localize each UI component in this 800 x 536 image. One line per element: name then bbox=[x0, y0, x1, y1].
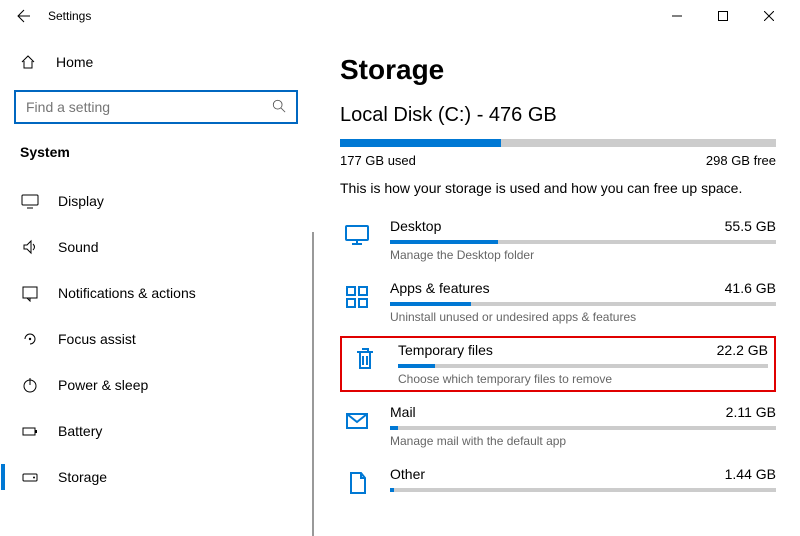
disk-title: Local Disk (C:) - 476 GB bbox=[340, 104, 776, 127]
sidebar-item-label: Battery bbox=[58, 423, 102, 439]
sidebar-item-label: Storage bbox=[58, 469, 107, 485]
other-icon bbox=[340, 466, 374, 500]
category-name: Desktop bbox=[390, 218, 441, 234]
mail-icon bbox=[340, 404, 374, 438]
category-name: Temporary files bbox=[398, 342, 493, 358]
arrow-left-icon bbox=[14, 8, 30, 24]
category-sub: Choose which temporary files to remove bbox=[398, 372, 768, 386]
disk-stats: 177 GB used 298 GB free bbox=[340, 153, 776, 168]
category-item-mail[interactable]: Mail 2.11 GB Manage mail with the default … bbox=[340, 398, 776, 454]
sidebar-item-power-sleep[interactable]: Power & sleep bbox=[0, 362, 312, 408]
trash-icon bbox=[348, 342, 382, 376]
category-name: Mail bbox=[390, 404, 416, 420]
sidebar-item-storage[interactable]: Storage bbox=[0, 454, 312, 500]
notifications-icon bbox=[20, 284, 40, 302]
category-size: 41.6 GB bbox=[725, 280, 776, 296]
sidebar-item-label: Power & sleep bbox=[58, 377, 148, 393]
sidebar-item-label: Focus assist bbox=[58, 331, 136, 347]
category-sub: Manage the Desktop folder bbox=[390, 248, 776, 262]
category-sub: Uninstall unused or undesired apps & fea… bbox=[390, 310, 776, 324]
storage-icon bbox=[20, 468, 40, 486]
category-bar bbox=[390, 488, 776, 492]
sidebar-item-sound[interactable]: Sound bbox=[0, 224, 312, 270]
storage-desc: This is how your storage is used and how… bbox=[340, 180, 776, 196]
sidebar-item-label: Sound bbox=[58, 239, 98, 255]
category-size: 22.2 GB bbox=[717, 342, 768, 358]
search-box[interactable] bbox=[14, 90, 298, 124]
sidebar-item-label: Display bbox=[58, 193, 104, 209]
sidebar-item-label: Notifications & actions bbox=[58, 285, 196, 301]
back-button[interactable] bbox=[8, 8, 36, 24]
category-item-apps[interactable]: Apps & features 41.6 GB Uninstall unused o… bbox=[340, 274, 776, 330]
search-input[interactable] bbox=[26, 99, 286, 115]
category-bar bbox=[390, 426, 776, 430]
category-bar bbox=[390, 302, 776, 306]
category-size: 2.11 GB bbox=[726, 404, 776, 420]
main-panel: Storage Local Disk (C:) - 476 GB 177 GB … bbox=[312, 32, 800, 536]
home-nav[interactable]: Home bbox=[0, 42, 312, 82]
battery-icon bbox=[20, 422, 40, 440]
sidebar-scrollbar[interactable] bbox=[312, 232, 314, 536]
disk-usage-bar bbox=[340, 139, 776, 147]
sound-icon bbox=[20, 238, 40, 256]
category-size: 1.44 GB bbox=[725, 466, 776, 482]
category-title: System bbox=[0, 138, 312, 178]
minimize-icon bbox=[672, 11, 682, 21]
power-icon bbox=[20, 376, 40, 394]
maximize-icon bbox=[718, 11, 728, 21]
sidebar-item-battery[interactable]: Battery bbox=[0, 408, 312, 454]
home-label: Home bbox=[56, 54, 93, 70]
sidebar-item-display[interactable]: Display bbox=[0, 178, 312, 224]
desktop-icon bbox=[340, 218, 374, 252]
focus-assist-icon bbox=[20, 330, 40, 348]
category-sub: Manage mail with the default app bbox=[390, 434, 776, 448]
minimize-button[interactable] bbox=[654, 1, 700, 31]
used-label: 177 GB used bbox=[340, 153, 416, 168]
close-icon bbox=[764, 11, 774, 21]
category-item-other[interactable]: Other 1.44 GB bbox=[340, 460, 776, 506]
search-icon bbox=[272, 99, 286, 116]
sidebar-item-focus-assist[interactable]: Focus assist bbox=[0, 316, 312, 362]
nav-list: Display Sound Notifications & actions Fo… bbox=[0, 178, 312, 500]
free-label: 298 GB free bbox=[706, 153, 776, 168]
sidebar-item-notifications[interactable]: Notifications & actions bbox=[0, 270, 312, 316]
sidebar: Home System Display Sound bbox=[0, 32, 312, 536]
category-list: Desktop 55.5 GB Manage the Desktop folder A… bbox=[340, 212, 776, 506]
maximize-button[interactable] bbox=[700, 1, 746, 31]
close-button[interactable] bbox=[746, 1, 792, 31]
home-icon bbox=[20, 54, 38, 70]
display-icon bbox=[20, 192, 40, 210]
category-bar bbox=[390, 240, 776, 244]
category-name: Other bbox=[390, 466, 425, 482]
titlebar: Settings bbox=[0, 0, 800, 32]
category-name: Apps & features bbox=[390, 280, 490, 296]
page-title: Storage bbox=[340, 54, 776, 86]
apps-icon bbox=[340, 280, 374, 314]
category-bar bbox=[398, 364, 768, 368]
category-size: 55.5 GB bbox=[725, 218, 776, 234]
category-item-trash[interactable]: Temporary files 22.2 GB Choose which tempo… bbox=[340, 336, 776, 392]
window-title: Settings bbox=[48, 9, 91, 23]
category-item-desktop[interactable]: Desktop 55.5 GB Manage the Desktop folder bbox=[340, 212, 776, 268]
